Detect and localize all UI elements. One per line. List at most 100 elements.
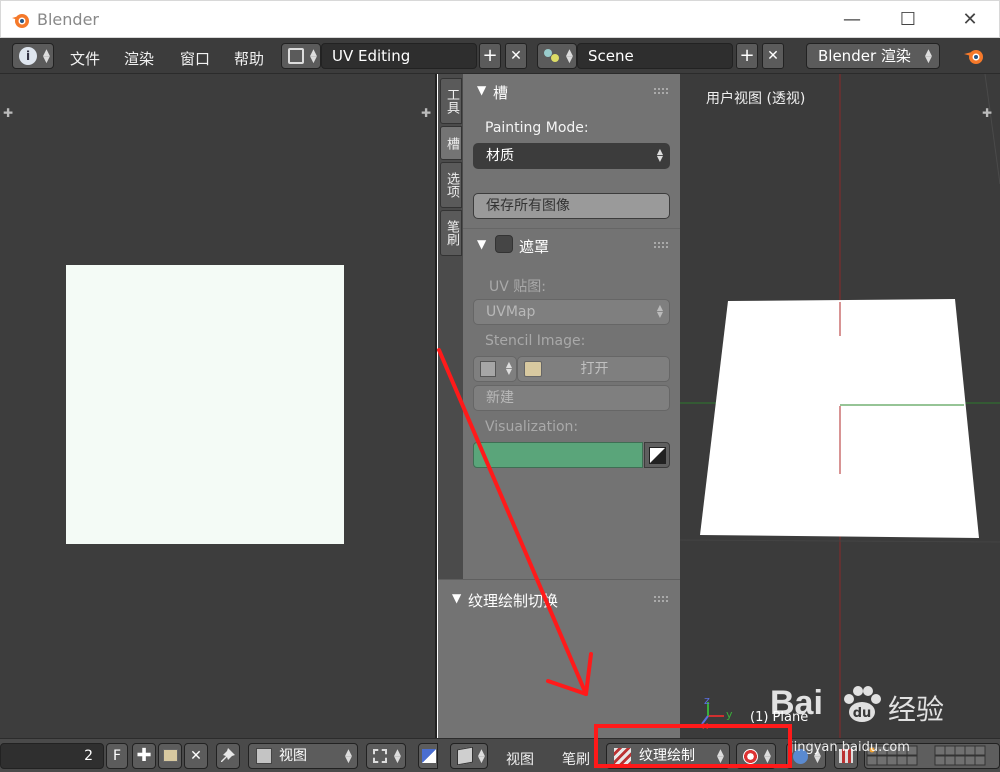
close-button[interactable]: ✕ [957,7,983,33]
baidu-paw-icon: du [844,686,881,722]
uv-sync-icon [422,749,436,763]
pin-icon [221,748,235,762]
fake-user-button[interactable]: F [106,743,128,769]
tool-shelf-panel: ▼ 槽 Painting Mode: 材质 ▲ ▼ 保存所有图像 ▼ 遮罩 UV … [463,74,680,579]
painting-mode-dropdown[interactable]: 材质 ▲ ▼ [473,143,670,169]
uv-editor-header: 2 F ✚ ✕ 视图 ▲ ▼ ▲ ▼ [0,738,438,772]
eyedropper-icon [649,447,666,464]
painting-mode-label: Painting Mode: [485,120,589,136]
unlink-image-button[interactable]: ✕ [184,743,208,769]
panel-grip-icon[interactable] [654,596,668,602]
save-all-images-button[interactable]: 保存所有图像 [473,193,670,219]
uv-view-menu[interactable]: 视图 ▲ ▼ [248,743,358,769]
watermark-url: jingyan.baidu.com [790,740,910,755]
updown-arrows-icon: ▲ ▼ [478,748,485,765]
3d-viewport[interactable]: 用户视图 (透视) (1) Plane z y x ✚ [680,74,1000,738]
info-header: i ▲ ▼ 文件 渲染 窗口 帮助 ▲ ▼ UV Editing + ✕ ▲ ▼ Sc… [0,38,1000,74]
image-users-count: 2 [84,748,93,764]
add-screen-button[interactable]: + [479,43,501,69]
remove-scene-button[interactable]: ✕ [762,43,784,69]
annotation-highlight-box [594,724,792,768]
screen-layout-selector[interactable]: ▲ ▼ [281,43,321,69]
axis-z-label: z [704,694,710,707]
image-editor-icon [256,748,272,764]
watermark-brand: Bai [770,684,823,722]
editor-type-info-button[interactable]: i ▲ ▼ [12,43,54,69]
mask-panel-title: 遮罩 [519,238,550,256]
viewport-view-menu[interactable]: 视图 [506,749,534,769]
viewport-brush-menu[interactable]: 笔刷 [562,749,590,769]
blender-logo-icon [964,50,983,64]
mask-panel-header[interactable]: ▼ 遮罩 [463,230,680,260]
area-split-plus-icon[interactable]: ✚ [421,107,433,119]
new-image-header-button[interactable]: ✚ [132,743,156,769]
updown-arrows-icon: ▲ ▼ [505,360,512,376]
tool-shelf-lower: ▼ 纹理绘制切换 [438,579,680,738]
image-name-field[interactable]: 2 [0,743,104,769]
visualization-color-swatch[interactable] [473,442,643,468]
tab-brush[interactable]: 笔刷 [440,210,462,256]
screen-layout-name-field[interactable]: UV Editing [321,43,477,69]
menu-render[interactable]: 渲染 [124,48,154,69]
new-image-button[interactable]: 新建 [473,385,670,411]
pin-button[interactable] [216,743,240,769]
watermark-brand-suffix: 经验 [888,693,945,726]
eyedropper-button[interactable] [644,442,670,468]
editor-type-3d-button[interactable]: ▲ ▼ [450,743,488,769]
window-title: Blender [37,10,99,29]
collapse-triangle-icon: ▼ [477,237,487,251]
uv-view-menu-label: 视图 [279,748,307,764]
slots-panel-title: 槽 [493,84,509,102]
collapse-triangle-icon: ▼ [477,83,487,97]
tab-slots[interactable]: 槽 [440,126,462,160]
visualization-label: Visualization: [485,419,579,435]
updown-arrows-icon: ▲ ▼ [925,48,932,65]
uv-sync-button[interactable] [418,743,438,769]
uv-map-dropdown[interactable]: UVMap ▲ ▼ [473,299,670,325]
tab-options[interactable]: 选项 [440,162,462,208]
open-image-header-button[interactable] [158,743,182,769]
baidu-watermark: Bai du 经验 jingyan.baidu.com [770,662,1000,772]
menu-help[interactable]: 帮助 [234,48,264,69]
stencil-image-browse[interactable]: ▲ ▼ [473,356,517,382]
panel-grip-icon[interactable] [654,88,668,94]
uv-image-canvas[interactable] [66,265,344,544]
area-split-plus-icon[interactable]: ✚ [3,107,15,119]
mask-enable-checkbox[interactable] [495,235,513,253]
updown-arrows-icon: ▲ ▼ [656,147,663,163]
stencil-image-label: Stencil Image: [485,333,586,349]
minimize-button[interactable]: — [839,7,865,33]
pivot-selector[interactable]: ▲ ▼ [366,743,406,769]
panel-divider [463,228,680,229]
scene-name-field[interactable]: Scene [577,43,733,69]
window-titlebar: Blender — ☐ ✕ [0,0,1000,38]
remove-screen-button[interactable]: ✕ [505,43,527,69]
svg-text:du: du [853,706,872,721]
pivot-icon [373,749,387,763]
uv-image-editor[interactable]: ✚ ✚ [0,74,437,738]
updown-arrows-icon: ▲ ▼ [310,48,317,65]
scene-selector[interactable]: ▲ ▼ [537,43,577,69]
open-image-button[interactable]: 打开 [517,356,670,382]
panel-grip-icon[interactable] [654,242,668,248]
axis-y-label: y [726,708,733,721]
texture-paint-toggle-header[interactable]: ▼ 纹理绘制切换 [438,584,680,614]
render-engine-selector[interactable]: Blender 渲染 ▲ ▼ [806,43,940,69]
slots-panel-header[interactable]: ▼ 槽 [463,76,680,106]
area-split-plus-icon[interactable]: ✚ [982,107,994,119]
updown-arrows-icon: ▲ ▼ [566,48,573,65]
uv-map-value: UVMap [486,304,536,320]
menu-window[interactable]: 窗口 [180,48,210,69]
updown-arrows-icon: ▲ ▼ [345,748,352,765]
updown-arrows-icon: ▲ ▼ [656,303,663,319]
blender-logo-icon [12,14,29,28]
updown-arrows-icon: ▲ ▼ [394,748,401,765]
add-scene-button[interactable]: + [736,43,758,69]
tab-tools[interactable]: 工具 [440,78,462,124]
painting-mode-value: 材质 [486,148,514,164]
menu-file[interactable]: 文件 [70,48,100,69]
screen-layout-icon [288,48,304,64]
maximize-button[interactable]: ☐ [895,7,921,33]
folder-icon [163,749,178,762]
open-image-label: 打开 [580,361,609,377]
